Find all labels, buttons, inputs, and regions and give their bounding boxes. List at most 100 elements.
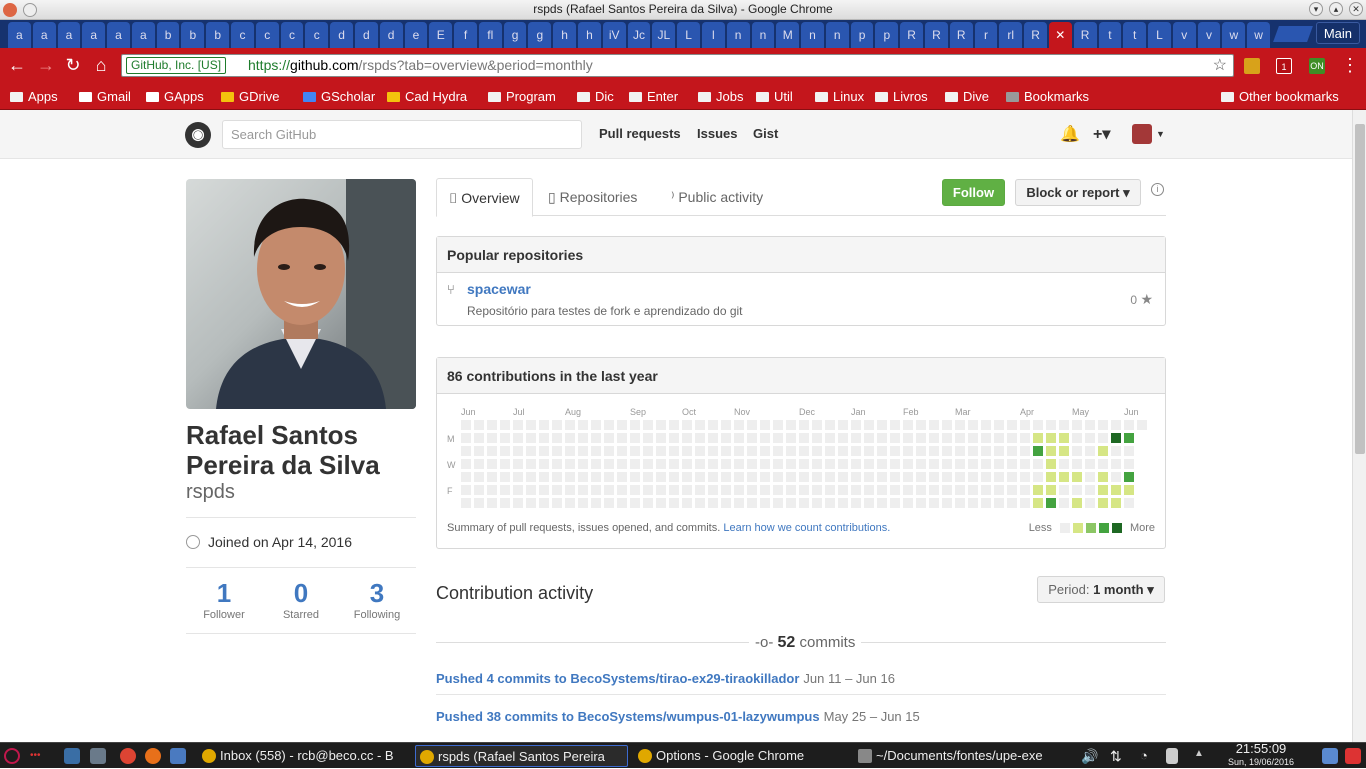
bookmark-gmail[interactable]: Gmail [79,87,131,107]
browser-tab[interactable]: M [776,22,800,48]
browser-tab[interactable]: a [131,22,155,48]
contribution-cell[interactable] [630,446,640,456]
contribution-cell[interactable] [1020,472,1030,482]
contribution-cell[interactable] [695,433,705,443]
contribution-cell[interactable] [565,472,575,482]
contribution-cell[interactable] [877,433,887,443]
contribution-cell[interactable] [1007,446,1017,456]
contribution-cell[interactable] [565,446,575,456]
contribution-cell[interactable] [942,485,952,495]
contribution-cell[interactable] [1020,420,1030,430]
contribution-cell[interactable] [1098,420,1108,430]
contribution-cell[interactable] [630,472,640,482]
contribution-cell[interactable] [513,472,523,482]
contribution-cell[interactable] [929,472,939,482]
contribution-cell[interactable] [890,446,900,456]
contribution-cell[interactable] [682,472,692,482]
contribution-cell[interactable] [1111,433,1121,443]
contribution-cell[interactable] [591,485,601,495]
contribution-cell[interactable] [877,498,887,508]
contribution-cell[interactable] [539,472,549,482]
contribution-cell[interactable] [994,446,1004,456]
contribution-cell[interactable] [851,420,861,430]
contribution-cell[interactable] [474,446,484,456]
contribution-cell[interactable] [760,446,770,456]
contribution-cell[interactable] [643,485,653,495]
tab-overview[interactable]: ⌷ Overview [436,178,533,217]
browser-tab[interactable]: a [82,22,106,48]
contribution-cell[interactable] [942,446,952,456]
follow-button[interactable]: Follow [942,179,1005,206]
contribution-cell[interactable] [734,446,744,456]
window-menu-icon[interactable] [23,3,37,17]
contribution-cell[interactable] [890,485,900,495]
contribution-cell[interactable] [799,459,809,469]
browser-tab[interactable]: v [1172,22,1196,48]
contribution-cell[interactable] [786,433,796,443]
contribution-cell[interactable] [916,459,926,469]
contribution-cell[interactable] [617,498,627,508]
following-stat[interactable]: 3 Following [339,577,415,621]
contribution-cell[interactable] [1111,459,1121,469]
contribution-cell[interactable] [1007,472,1017,482]
contribution-cell[interactable] [539,433,549,443]
contribution-cell[interactable] [942,433,952,443]
contribution-cell[interactable] [942,420,952,430]
nav-pull-requests[interactable]: Pull requests [599,126,681,141]
contribution-cell[interactable] [1085,433,1095,443]
contribution-cell[interactable] [682,485,692,495]
browser-tab[interactable]: h [578,22,601,48]
contribution-cell[interactable] [1046,498,1056,508]
contribution-cell[interactable] [916,485,926,495]
bookmark-apps[interactable]: Apps [10,87,58,107]
contribution-cell[interactable] [578,485,588,495]
contribution-cell[interactable] [1124,420,1134,430]
contribution-cell[interactable] [1033,498,1043,508]
contribution-cell[interactable] [968,420,978,430]
contribution-cell[interactable] [1072,433,1082,443]
browser-tab[interactable]: R [925,22,948,48]
contribution-cell[interactable] [851,433,861,443]
contribution-cell[interactable] [1033,420,1043,430]
contribution-cell[interactable] [617,446,627,456]
contribution-cell[interactable] [591,472,601,482]
contribution-cell[interactable] [1033,485,1043,495]
contribution-cell[interactable] [656,433,666,443]
contribution-cell[interactable] [708,498,718,508]
contribution-cell[interactable] [786,485,796,495]
contribution-cell[interactable] [877,459,887,469]
browser-tab[interactable]: n [751,22,775,48]
maximize-icon[interactable]: ▴ [1329,2,1343,16]
browser-tab[interactable]: h [553,22,577,48]
browser-tab[interactable]: JL [652,22,676,48]
contribution-cell[interactable] [669,498,679,508]
contribution-cell[interactable] [474,459,484,469]
contribution-cell[interactable] [981,446,991,456]
notifications-bell-icon[interactable]: 🔔 [1060,124,1080,144]
contribution-cell[interactable] [955,420,965,430]
contribution-cell[interactable] [981,459,991,469]
contribution-cell[interactable] [786,498,796,508]
contribution-cell[interactable] [1059,433,1069,443]
contribution-cell[interactable] [838,472,848,482]
contribution-cell[interactable] [708,485,718,495]
browser-tab[interactable]: b [181,22,205,48]
contribution-cell[interactable] [565,433,575,443]
contribution-cell[interactable] [812,446,822,456]
contribution-cell[interactable] [1059,498,1069,508]
contribution-cell[interactable] [656,485,666,495]
contribution-cell[interactable] [968,433,978,443]
contribution-cell[interactable] [890,498,900,508]
contribution-cell[interactable] [513,459,523,469]
contribution-cell[interactable] [1124,498,1134,508]
contribution-cell[interactable] [1111,420,1121,430]
bookmark-dive[interactable]: Dive [945,87,989,107]
chevron-down-icon[interactable]: ▼ [1156,129,1165,139]
url-text[interactable]: https://github.com/rspds?tab=overview&pe… [248,57,593,74]
browser-tab[interactable]: n [726,22,750,48]
contribution-cell[interactable] [721,472,731,482]
contribution-cell[interactable] [1085,420,1095,430]
contribution-cell[interactable] [825,433,835,443]
browser-tab[interactable]: v [1197,22,1221,48]
contribution-cell[interactable] [890,433,900,443]
